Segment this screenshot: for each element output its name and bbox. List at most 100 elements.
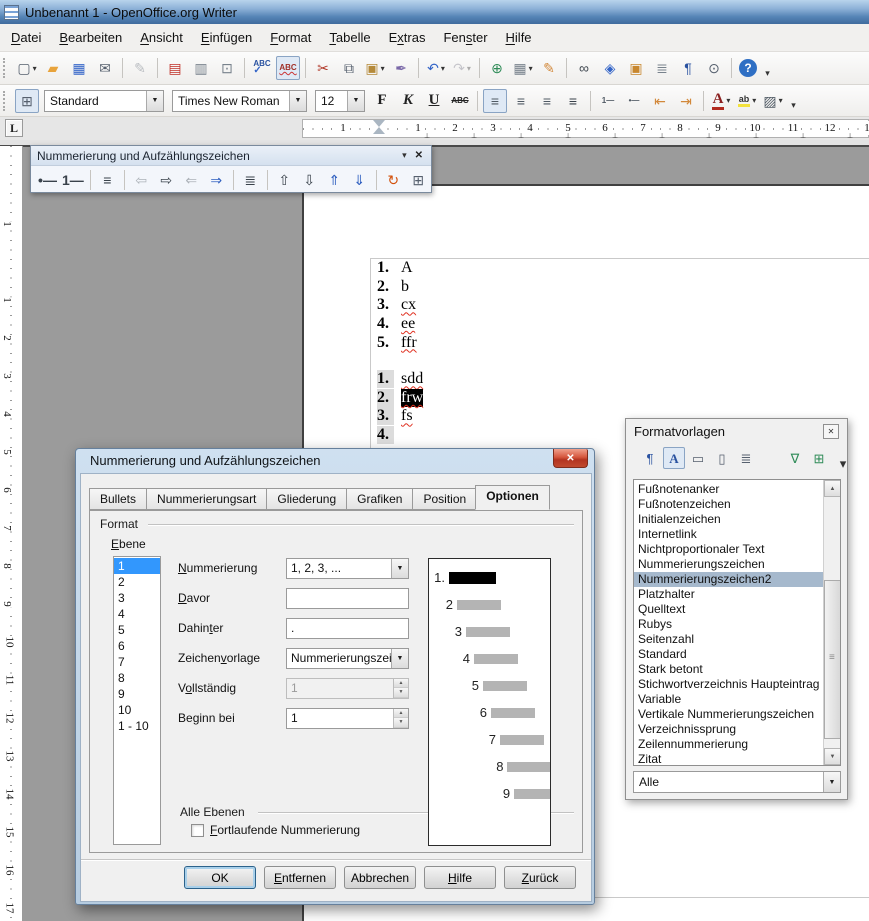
tab-nummerierungsart[interactable]: Nummerierungsart	[146, 488, 266, 510]
data-sources-icon[interactable]: ≣▾	[650, 56, 674, 80]
gallery-icon[interactable]: ▣▾	[624, 56, 648, 80]
hilfe-button[interactable]: Hilfe	[424, 866, 496, 889]
strikethrough-icon[interactable]: ABC▾	[448, 89, 472, 113]
scroll-up-icon[interactable]: ▲	[824, 480, 841, 497]
bold-icon[interactable]: F▾	[370, 89, 394, 113]
spinner-buttons[interactable]: ▲▼	[393, 679, 408, 698]
decrease-indent-icon[interactable]: ⇤▾	[648, 89, 672, 113]
combo-dropdown-icon[interactable]: ▼	[289, 91, 306, 111]
abbrechen-button[interactable]: Abbrechen	[344, 866, 416, 889]
font-color-icon[interactable]: A▾	[709, 89, 733, 113]
numbering-on-off-icon[interactable]: 1—▾	[61, 168, 85, 191]
numbering-toolbar-titlebar[interactable]: Nummerierung und Aufzählungszeichen ▾ ✕	[31, 146, 431, 166]
tab-type-selector[interactable]: L	[5, 119, 23, 137]
paragraph-styles-icon[interactable]: ¶▾	[639, 447, 661, 469]
bullet-list-icon[interactable]: •—▾	[622, 89, 646, 113]
styles-panel-close-icon[interactable]: ✕	[823, 424, 839, 439]
list-line[interactable]: 1.A	[377, 259, 417, 278]
numbered-list-icon[interactable]: 1—▾	[596, 89, 620, 113]
level-item[interactable]: 2	[114, 574, 160, 590]
style-item[interactable]: Stark betont	[634, 662, 823, 677]
style-item[interactable]: Zitat	[634, 752, 823, 765]
auto-spellcheck-icon[interactable]: ABC▾	[276, 56, 300, 80]
dropdown-arrow-icon[interactable]: ▾	[33, 64, 37, 73]
dropdown-arrow-icon[interactable]: ▾	[529, 64, 533, 73]
menu-bearbeiten[interactable]: Bearbeiten	[50, 25, 131, 51]
promote-level-icon[interactable]: ⇦▾	[130, 168, 153, 191]
style-item[interactable]: Platzhalter	[634, 587, 823, 602]
consecutive-numbering-row[interactable]: Fortlaufende Nummerierung	[191, 823, 360, 837]
vertical-ruler[interactable]: 11234567891011121314151617	[0, 146, 23, 921]
combo-dropdown-icon[interactable]: ▼	[347, 91, 364, 111]
style-item[interactable]: Rubys	[634, 617, 823, 632]
styles-list[interactable]: FußnotenankerFußnotenzeichenInitialenzei…	[633, 479, 841, 766]
styles-panel-titlebar[interactable]: Formatvorlagen ✕	[626, 419, 847, 443]
style-item[interactable]: Verzeichnissprung	[634, 722, 823, 737]
toolbar-menu-icon[interactable]: ▾	[396, 150, 413, 161]
help-icon[interactable]: ?▾	[739, 59, 757, 77]
italic-icon[interactable]: K▾	[396, 89, 420, 113]
style-item[interactable]: Nichtproportionaler Text	[634, 542, 823, 557]
align-left-icon[interactable]: ≡▾	[483, 89, 507, 113]
demote-with-subpoints-icon[interactable]: ⇒▾	[205, 168, 228, 191]
toolbar-overflow-icon[interactable]: ▾▾	[787, 89, 800, 113]
find-replace-icon[interactable]: ∞▾	[572, 56, 596, 80]
page-preview-icon[interactable]: ⊡▾	[215, 56, 239, 80]
left-indent-icon[interactable]	[373, 127, 385, 134]
zoom-icon[interactable]: ⊙▾	[702, 56, 726, 80]
print-icon[interactable]: ▥▾	[189, 56, 213, 80]
toolbar-close-icon[interactable]: ✕	[413, 150, 425, 161]
move-up-icon[interactable]: ⇧▾	[273, 168, 296, 191]
new-style-from-selection-icon[interactable]: ⊞▾	[808, 447, 830, 469]
move-down-icon[interactable]: ⇩▾	[298, 168, 321, 191]
hyperlink-icon[interactable]: ⊕▾	[485, 56, 509, 80]
demote-level-icon[interactable]: ⇨▾	[155, 168, 178, 191]
list-line[interactable]: 4.	[377, 426, 423, 445]
level-item[interactable]: 4	[114, 606, 160, 622]
level-item[interactable]: 1 - 10	[114, 718, 160, 734]
align-justify-icon[interactable]: ≡▾	[561, 89, 585, 113]
spinner-buttons[interactable]: ▲▼	[393, 709, 408, 728]
style-item[interactable]: Zeilennummerierung	[634, 737, 823, 752]
edit-file-icon[interactable]: ✎▾	[128, 56, 152, 80]
list-line[interactable]: 5.ffr	[377, 333, 417, 352]
level-item[interactable]: 10	[114, 702, 160, 718]
format-paintbrush-icon[interactable]: ✒▾	[389, 56, 413, 80]
styles-window-icon[interactable]: ⊞▾	[15, 89, 39, 113]
draw-functions-icon[interactable]: ✎▾	[537, 56, 561, 80]
bullets-on-off-icon[interactable]: •—▾	[36, 168, 59, 191]
style-item[interactable]: Internetlink	[634, 527, 823, 542]
undo-icon[interactable]: ↶▾	[424, 56, 448, 80]
menu-datei[interactable]: Datei	[2, 25, 50, 51]
tab-bullets[interactable]: Bullets	[89, 488, 146, 510]
menu-fenster[interactable]: Fenster	[434, 25, 496, 51]
consecutive-numbering-checkbox[interactable]	[191, 824, 204, 837]
field-control[interactable]: 1 ▼ ▲▼	[286, 708, 409, 729]
field-control[interactable]: 1 ▼ ▲▼	[286, 678, 409, 699]
move-down-with-subpoints-icon[interactable]: ⇓▾	[348, 168, 371, 191]
combo-dropdown-icon[interactable]: ▼	[391, 559, 408, 578]
field-control[interactable]: 1, 2, 3, ... ▼ ▲▼	[286, 558, 409, 579]
font-name-combo[interactable]: Times New Roman▼	[172, 90, 307, 112]
menu-format[interactable]: Format	[261, 25, 320, 51]
open-folder-icon[interactable]: ▰▾	[41, 56, 65, 80]
list-line[interactable]: 2.b	[377, 278, 417, 297]
style-item[interactable]: Initialenzeichen	[634, 512, 823, 527]
tab-optionen[interactable]: Optionen	[475, 485, 550, 510]
list-line[interactable]: 3.fs	[377, 407, 423, 426]
scroll-down-icon[interactable]: ▼	[824, 748, 841, 765]
combo-dropdown-icon[interactable]: ▼	[391, 649, 408, 668]
menu-einfuegen[interactable]: Einfügen	[192, 25, 261, 51]
style-item[interactable]: Standard	[634, 647, 823, 662]
field-control[interactable]: . ▼ ▲▼	[286, 618, 409, 639]
style-item[interactable]: Nummerierungszeichen	[634, 557, 823, 572]
list-line[interactable]: 3.cx	[377, 296, 417, 315]
promote-with-subpoints-icon[interactable]: ⇐▾	[180, 168, 203, 191]
dropdown-arrow-icon[interactable]: ▾	[779, 96, 783, 105]
table-icon[interactable]: ▦▾	[511, 56, 535, 80]
menu-tabelle[interactable]: Tabelle	[320, 25, 379, 51]
align-right-icon[interactable]: ≡▾	[535, 89, 559, 113]
first-line-indent-icon[interactable]	[373, 120, 385, 127]
export-pdf-icon[interactable]: ▤▾	[163, 56, 187, 80]
style-item[interactable]: Quelltext	[634, 602, 823, 617]
